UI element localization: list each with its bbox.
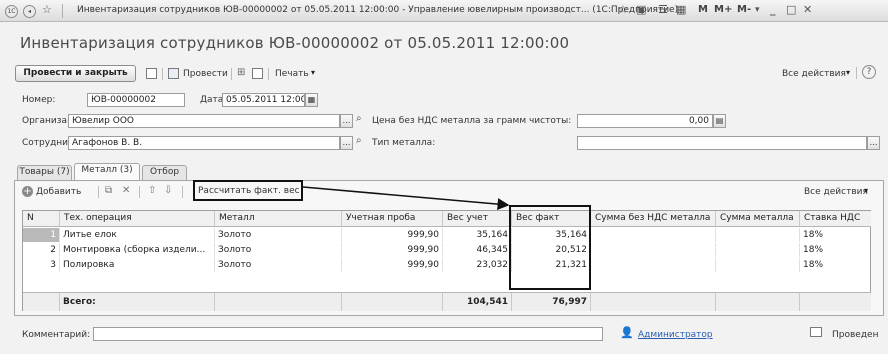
column-header-sum-metal[interactable]: Сумма металла (716, 211, 800, 227)
footer-cell (800, 292, 871, 311)
cell-assay[interactable]: 999,90 (342, 243, 443, 257)
footer-cell (342, 292, 443, 311)
footer-cell (23, 292, 60, 311)
cell-metal[interactable]: Золото (215, 243, 342, 257)
cell-metal[interactable]: Золото (215, 258, 342, 272)
column-header-weight-account[interactable]: Вес учет (443, 211, 512, 227)
footer-cell (716, 292, 800, 311)
cell-sum-metal[interactable] (716, 243, 800, 257)
cell-weight-account[interactable]: 46,345 (443, 243, 512, 257)
cell-sum-metal[interactable] (716, 228, 800, 242)
column-header-vat-rate[interactable]: Ставка НДС (800, 211, 871, 227)
footer-weight-fact: 76,997 (512, 292, 591, 311)
cell-metal[interactable]: Золото (215, 228, 342, 242)
footer-cell (215, 292, 342, 311)
posted-icon (810, 327, 822, 337)
cell-weight-account[interactable]: 23,032 (443, 258, 512, 272)
cell-weight-account[interactable]: 35,164 (443, 228, 512, 242)
cell-assay[interactable]: 999,90 (342, 228, 443, 242)
row-number: 3 (23, 258, 60, 272)
status-text: Проведен (832, 330, 879, 340)
cell-sum-no-vat[interactable] (591, 258, 716, 272)
column-header-metal[interactable]: Металл (215, 211, 342, 227)
cell-operation[interactable]: Полировка (60, 258, 215, 272)
row-number: 1 (23, 228, 60, 242)
cell-sum-no-vat[interactable] (591, 228, 716, 242)
footer-total-label: Всего: (60, 292, 215, 311)
user-link[interactable]: Администратор (638, 330, 713, 340)
cell-vat-rate[interactable]: 18% (800, 243, 871, 257)
user-icon: 👤 (620, 326, 634, 339)
weight-fact-highlight-box (509, 205, 591, 290)
row-number: 2 (23, 243, 60, 257)
cell-sum-metal[interactable] (716, 258, 800, 272)
cell-sum-no-vat[interactable] (591, 243, 716, 257)
footer-cell (591, 292, 716, 311)
column-header-sum-no-vat[interactable]: Сумма без НДС металла (591, 211, 716, 227)
cell-assay[interactable]: 999,90 (342, 258, 443, 272)
cell-vat-rate[interactable]: 18% (800, 258, 871, 272)
column-header-assay[interactable]: Учетная проба (342, 211, 443, 227)
column-header-n[interactable]: N (23, 211, 60, 227)
cell-operation[interactable]: Монтировка (сборка издели... (60, 243, 215, 257)
cell-operation[interactable]: Литье елок (60, 228, 215, 242)
comment-field[interactable] (93, 327, 603, 341)
metal-table: N Тех. операция Металл Учетная проба Вес… (22, 210, 871, 311)
column-header-operation[interactable]: Тех. операция (60, 211, 215, 227)
footer-weight-account: 104,541 (443, 292, 512, 311)
comment-label: Комментарий: (22, 330, 91, 340)
cell-vat-rate[interactable]: 18% (800, 228, 871, 242)
